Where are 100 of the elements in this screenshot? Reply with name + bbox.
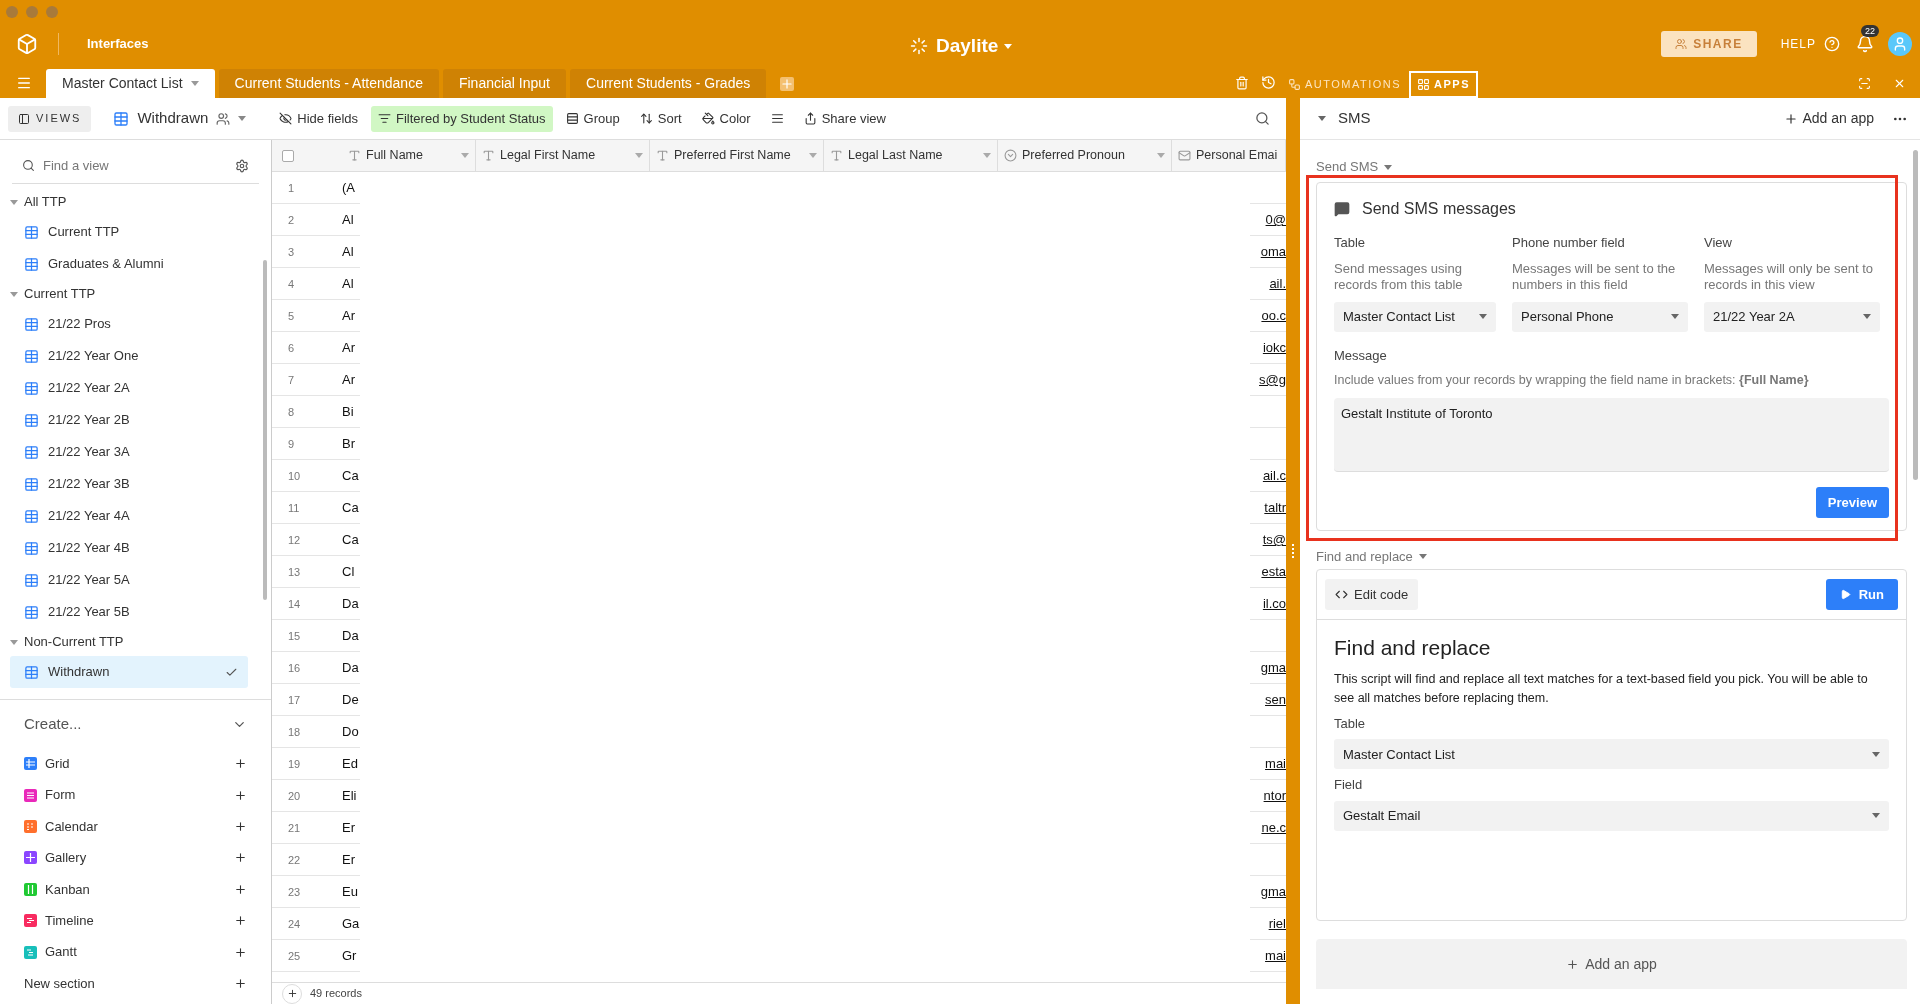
new-section-button[interactable]: New section — [24, 967, 247, 1000]
view-item[interactable]: 21/22 Year 3A — [10, 436, 248, 468]
find-view-field[interactable]: Find a view — [43, 155, 227, 176]
email-link[interactable]: sen — [1265, 684, 1286, 715]
add-table-icon[interactable] — [780, 77, 795, 91]
caret-icon — [1671, 314, 1679, 319]
email-link[interactable]: ts@ — [1262, 524, 1286, 555]
toolbar-button[interactable]: Color — [694, 105, 758, 132]
column-header[interactable]: Preferred Pronoun — [998, 140, 1172, 171]
email-link[interactable]: 0@ — [1265, 204, 1286, 235]
add-app-button[interactable]: Add an app — [1784, 108, 1874, 129]
add-app-bar[interactable]: Add an app — [1316, 939, 1907, 990]
table-tab[interactable]: Master Contact List — [46, 69, 215, 98]
caret-icon — [809, 153, 817, 158]
grid-icon — [24, 348, 39, 364]
email-link[interactable]: oma — [1260, 236, 1286, 267]
view-item[interactable]: 21/22 Year One — [10, 340, 248, 372]
bell-icon[interactable] — [1856, 35, 1874, 53]
view-item[interactable]: Current TTP — [10, 216, 248, 248]
email-link[interactable]: s@g — [1259, 364, 1286, 395]
create-view-item[interactable]: Calendar — [24, 810, 247, 843]
window-control[interactable] — [6, 6, 18, 18]
select-field[interactable]: Master Contact List — [1334, 301, 1496, 332]
views-button[interactable]: VIEWS — [8, 105, 92, 132]
email-link[interactable]: iokc — [1262, 332, 1286, 363]
select-field[interactable]: 21/22 Year 2A — [1704, 301, 1880, 332]
mail-icon — [1178, 149, 1191, 162]
view-item[interactable]: 21/22 Year 2B — [10, 404, 248, 436]
logo-icon[interactable] — [16, 33, 38, 55]
window-control[interactable] — [26, 6, 38, 18]
column-header[interactable]: Legal Last Name — [824, 140, 998, 171]
toolbar-button[interactable]: Share view — [796, 105, 893, 132]
avatar[interactable] — [1888, 32, 1912, 56]
run-button[interactable]: Run — [1825, 579, 1898, 611]
create-menu[interactable]: Create... — [24, 700, 247, 748]
email-link[interactable]: riel — [1268, 908, 1286, 939]
create-view-item[interactable]: Timeline — [24, 904, 247, 937]
window-control[interactable] — [46, 6, 58, 18]
notification-count: 22 — [1861, 25, 1879, 37]
settings-icon[interactable] — [235, 158, 249, 173]
edit-code-button[interactable]: Edit code — [1325, 579, 1419, 611]
view-name-menu[interactable]: Withdrawn — [137, 107, 247, 130]
view-item[interactable]: 21/22 Year 5B — [10, 596, 248, 628]
section-header[interactable]: Non-Current TTP — [10, 628, 124, 656]
email-link[interactable]: ne.c — [1261, 812, 1286, 843]
help-icon — [1824, 36, 1840, 52]
email-link[interactable]: gma — [1260, 652, 1286, 683]
search-icon[interactable] — [1255, 111, 1270, 126]
create-view-item[interactable]: Kanban — [24, 873, 247, 905]
view-item[interactable]: 21/22 Pros — [10, 308, 248, 340]
row-number: 18 — [287, 725, 302, 740]
email-link[interactable]: mai — [1265, 748, 1286, 779]
history-icon[interactable] — [1260, 75, 1276, 90]
toolbar-button[interactable]: Filtered by Student Status — [371, 105, 553, 132]
select-field[interactable]: Personal Phone — [1512, 301, 1688, 332]
email-link[interactable]: il.co — [1262, 588, 1286, 619]
message-field[interactable]: Gestalt Institute of Toronto — [1334, 397, 1889, 472]
toolbar-button[interactable]: Hide fields — [272, 105, 365, 132]
create-view-item[interactable]: Gallery — [24, 842, 247, 874]
create-view-item[interactable]: Gantt — [24, 936, 247, 968]
column-header[interactable]: Full Name — [342, 140, 476, 171]
view-item[interactable]: 21/22 Year 2A — [10, 372, 248, 404]
fullscreen-icon[interactable] — [1858, 77, 1871, 90]
email-link[interactable]: gma — [1260, 876, 1286, 907]
select-field[interactable]: Gestalt Email — [1334, 800, 1889, 831]
app-label[interactable]: Find and replace — [1316, 545, 1427, 568]
create-view-item[interactable]: Grid — [24, 748, 247, 780]
view-item[interactable]: 21/22 Year 4A — [10, 500, 248, 532]
toolbar-button[interactable]: Group — [558, 105, 627, 132]
row-number: 7 — [287, 373, 296, 388]
view-item[interactable]: 21/22 Year 5A — [10, 564, 248, 596]
section-header[interactable]: All TTP — [10, 188, 67, 216]
column-header[interactable]: Personal Emai — [1172, 140, 1286, 171]
email-link[interactable]: ail.c — [1262, 460, 1286, 491]
menu-icon[interactable] — [16, 75, 32, 91]
close-icon[interactable] — [1893, 77, 1906, 90]
scrollbar[interactable] — [263, 260, 267, 600]
email-link[interactable]: mai — [1265, 940, 1286, 971]
email-link[interactable]: ntor — [1263, 780, 1286, 811]
app-label[interactable]: Send SMS — [1316, 156, 1393, 178]
table-cell-text: Ca — [342, 531, 359, 549]
column-header[interactable]: Preferred First Name — [650, 140, 824, 171]
email-link[interactable]: esta — [1261, 556, 1286, 587]
select-all-checkbox[interactable] — [282, 149, 294, 162]
column-header[interactable]: Legal First Name — [476, 140, 650, 171]
create-view-item[interactable]: Form — [24, 779, 247, 811]
section-header[interactable]: Current TTP — [10, 280, 96, 308]
email-link[interactable]: taltr — [1264, 492, 1286, 523]
view-item[interactable]: Withdrawn — [10, 656, 248, 688]
scrollbar[interactable] — [1913, 150, 1918, 480]
view-item[interactable]: Graduates & Alumni — [10, 248, 248, 280]
email-link[interactable]: ail. — [1269, 268, 1286, 299]
trash-icon[interactable] — [1234, 76, 1249, 90]
preview-button[interactable]: Preview — [1815, 487, 1889, 519]
toolbar-button[interactable]: Sort — [632, 105, 689, 132]
view-item[interactable]: 21/22 Year 4B — [10, 532, 248, 564]
view-item[interactable]: 21/22 Year 3B — [10, 468, 248, 500]
select-field[interactable]: Master Contact List — [1334, 739, 1889, 770]
email-link[interactable]: oo.c — [1261, 300, 1286, 331]
resize-handle[interactable] — [1291, 544, 1295, 558]
